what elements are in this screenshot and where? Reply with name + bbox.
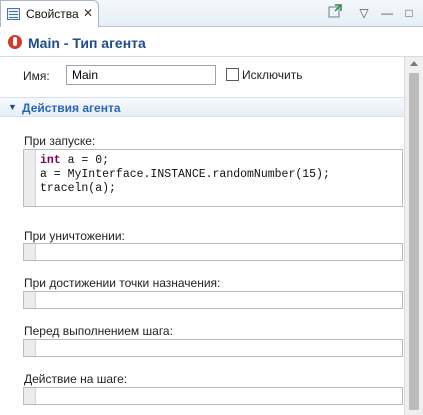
code-line: int a = 0; [40,154,110,167]
properties-content: Имя: Исключить ▼ Действия агента При зап… [0,57,404,415]
editor-gutter [24,150,36,206]
before-step-code-editor[interactable] [23,339,403,357]
page-title: Main - Тип агента [28,35,146,51]
section-agent-actions[interactable]: ▼ Действия агента [0,97,404,117]
on-arrival-code-editor[interactable] [23,291,403,309]
editor-gutter [24,292,36,308]
on-startup-label: При запуске: [24,134,96,148]
tab-label: Свойства [26,7,79,21]
on-destroy-code-editor[interactable] [23,243,403,261]
code-line: a = MyInterface.INSTANCE.randomNumber(15… [40,168,330,181]
tab-properties[interactable]: Свойства ✕ [0,0,99,27]
vertical-scrollbar[interactable] [404,57,423,415]
view-tab-bar: Свойства ✕ ▽ — □ [0,0,423,27]
properties-header: Main - Тип агента [0,28,423,57]
on-step-code-editor[interactable] [23,387,403,405]
code-text: int a = 0; a = MyInterface.INSTANCE.rando… [40,154,330,196]
on-startup-code-editor[interactable]: int a = 0; a = MyInterface.INSTANCE.rando… [23,149,403,207]
name-field[interactable] [66,65,216,85]
scroll-thumb[interactable] [409,73,419,410]
section-title: Действия агента [22,101,121,115]
on-arrival-label: При достижении точки назначения: [24,276,221,290]
on-step-label: Действие на шаге: [24,372,128,386]
view-menu-icon[interactable]: ▽ [355,4,373,22]
on-destroy-label: При уничтожении: [24,229,125,243]
editor-gutter [24,388,36,404]
exclude-label: Исключить [242,68,303,82]
exclude-checkbox[interactable] [226,68,239,81]
agent-type-icon [8,35,22,49]
close-icon[interactable]: ✕ [83,6,93,20]
editor-gutter [24,340,36,356]
maximize-icon[interactable]: □ [400,4,418,22]
scroll-up-arrow-icon[interactable] [410,61,418,66]
editor-gutter [24,244,36,260]
pin-icon[interactable] [326,4,344,22]
chevron-down-icon: ▼ [8,102,17,112]
name-label: Имя: [23,69,50,83]
code-line: traceln(a); [40,182,116,195]
before-step-label: Перед выполнением шага: [24,324,173,338]
properties-icon [7,8,20,20]
minimize-icon[interactable]: — [378,4,396,22]
